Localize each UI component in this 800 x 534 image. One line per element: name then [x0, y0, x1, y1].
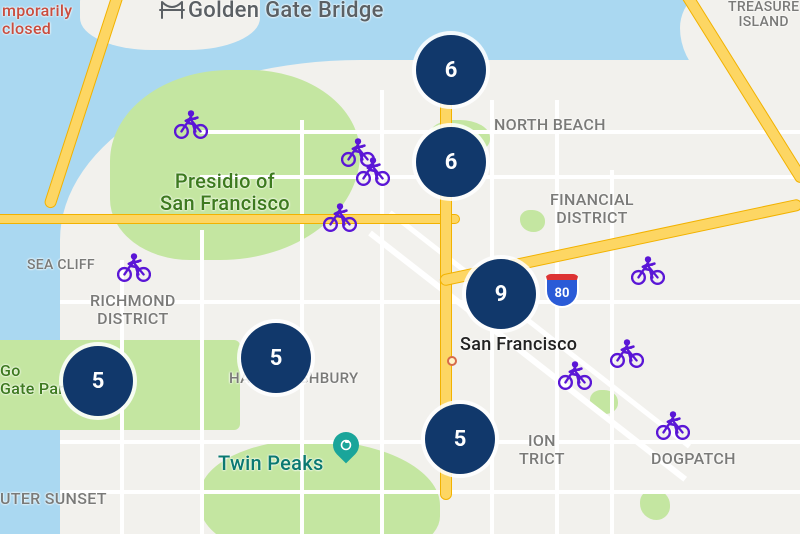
park-small — [640, 490, 670, 520]
bike-icon[interactable] — [356, 154, 390, 188]
closed-notice-label: mporarily closed — [2, 2, 72, 37]
bike-icon[interactable] — [610, 336, 644, 370]
cluster-marker[interactable]: 5 — [425, 404, 495, 474]
bike-icon[interactable] — [656, 408, 690, 442]
interstate-shield-icon: 80 — [545, 274, 579, 308]
cluster-count: 6 — [445, 150, 458, 175]
street — [300, 120, 304, 534]
cluster-marker[interactable]: 5 — [63, 346, 133, 416]
street — [200, 230, 204, 534]
bike-icon[interactable] — [174, 107, 208, 141]
street — [200, 175, 800, 179]
cluster-count: 9 — [495, 282, 508, 307]
bike-icon[interactable] — [117, 250, 151, 284]
street — [60, 300, 800, 304]
park-small — [520, 210, 545, 232]
highway — [0, 214, 460, 224]
cluster-count: 5 — [92, 369, 105, 394]
bike-icon[interactable] — [323, 200, 357, 234]
street — [60, 490, 800, 494]
cluster-count: 6 — [445, 58, 458, 83]
cluster-count: 5 — [270, 346, 283, 371]
shield-number: 80 — [555, 286, 570, 301]
cluster-marker[interactable]: 6 — [416, 35, 486, 105]
cluster-marker[interactable]: 9 — [466, 259, 536, 329]
cluster-count: 5 — [454, 427, 467, 452]
street — [200, 130, 800, 134]
bike-icon[interactable] — [558, 358, 592, 392]
bike-icon[interactable] — [631, 253, 665, 287]
map-canvas[interactable]: mporarily closed Golden Gate Bridge Pres… — [0, 0, 800, 534]
street — [555, 100, 559, 534]
city-dot-icon — [447, 356, 457, 366]
cluster-marker[interactable]: 6 — [416, 127, 486, 197]
cluster-marker[interactable]: 5 — [241, 323, 311, 393]
bridge-icon — [158, 0, 186, 28]
